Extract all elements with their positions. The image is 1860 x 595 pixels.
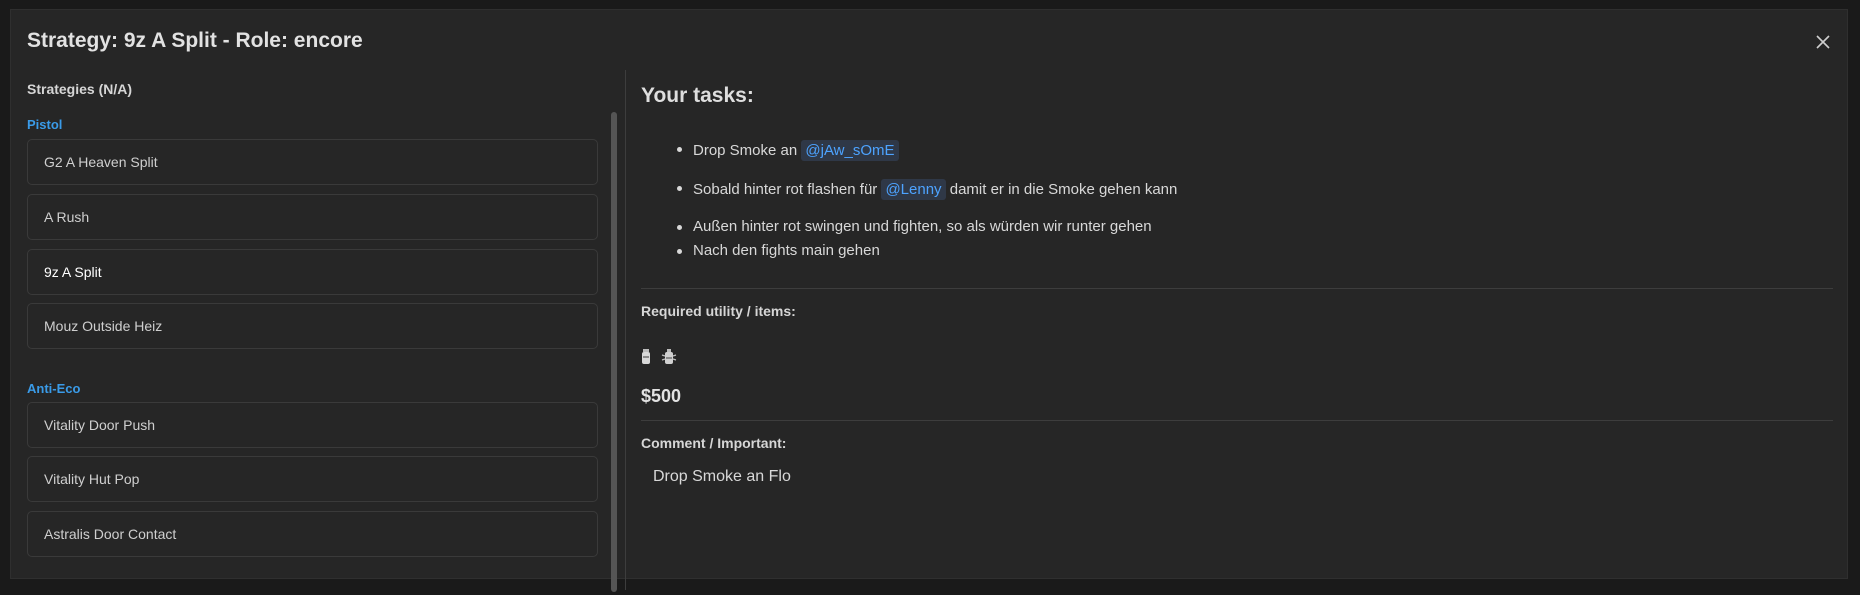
close-icon <box>1816 35 1830 49</box>
task-text: Drop Smoke an <box>693 142 798 159</box>
modal-title: Strategy: 9z A Split - Role: encore <box>27 29 363 52</box>
flashbang-icon <box>661 348 677 371</box>
strategy-item-a-rush[interactable]: A Rush <box>27 194 598 240</box>
price: $500 <box>641 386 682 406</box>
strategy-modal: Strategy: 9z A Split - Role: encore Stra… <box>10 9 1848 592</box>
scrollbar[interactable] <box>611 112 617 592</box>
user-mention[interactable]: @Lenny <box>881 179 946 200</box>
strategy-item-g2-a-heaven-split[interactable]: G2 A Heaven Split <box>27 139 598 185</box>
comment-label: Comment / Important: <box>641 435 787 451</box>
strategy-item-astralis-door-contact[interactable]: Astralis Door Contact <box>27 511 598 557</box>
task-text: Sobald hinter rot flashen für <box>693 181 878 198</box>
task-text-after: damit er in die Smoke gehen kann <box>949 181 1178 198</box>
strategy-item-9z-a-split[interactable]: 9z A Split <box>27 249 598 295</box>
group-label-anti-eco: Anti-Eco <box>27 381 81 396</box>
required-utility-label: Required utility / items: <box>641 303 796 319</box>
comment-text: Drop Smoke an Flo <box>653 468 791 485</box>
task-item: Nach den fights main gehen <box>677 242 880 259</box>
task-item: Drop Smoke an @jAw_sOmE <box>677 140 899 161</box>
group-label-pistol: Pistol <box>27 117 63 132</box>
task-item: Sobald hinter rot flashen für @Lenny dam… <box>676 179 1178 200</box>
user-mention[interactable]: @jAw_sOmE <box>801 140 899 161</box>
strategy-item-vitality-door-push[interactable]: Vitality Door Push <box>27 402 598 448</box>
tasks-panel: Your tasks: Drop Smoke an @jAw_sOmE Soba… <box>641 70 1833 590</box>
strategies-heading: Strategies (N/A) <box>27 81 133 97</box>
tasks-title: Your tasks: <box>641 84 754 107</box>
task-text: Außen hinter rot swingen und fighten, so… <box>693 218 1152 235</box>
strategy-item-mouz-outside-heiz[interactable]: Mouz Outside Heiz <box>27 303 598 349</box>
close-button[interactable] <box>1811 30 1835 54</box>
strategies-list[interactable]: Pistol G2 A Heaven Split A Rush 9z A Spl… <box>27 115 617 595</box>
section-divider <box>641 420 1833 421</box>
strategy-item-vitality-hut-pop[interactable]: Vitality Hut Pop <box>27 456 598 502</box>
section-divider <box>641 288 1833 289</box>
strategies-panel: Strategies (N/A) Pistol G2 A Heaven Spli… <box>27 70 617 592</box>
task-text: Nach den fights main gehen <box>693 242 880 259</box>
utility-icons <box>641 348 683 366</box>
smoke-grenade-icon <box>641 348 651 371</box>
task-item: Außen hinter rot swingen und fighten, so… <box>677 218 1152 235</box>
column-divider <box>625 70 626 590</box>
